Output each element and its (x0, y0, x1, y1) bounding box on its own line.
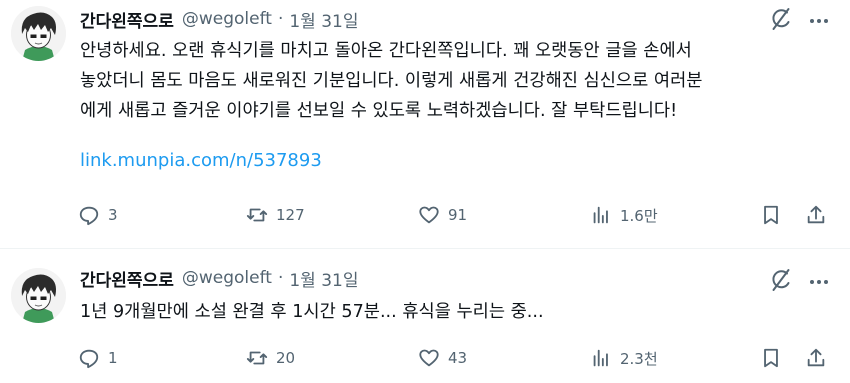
reply-count: 3 (108, 206, 118, 224)
retweet-icon (246, 351, 268, 365)
like-count: 91 (448, 206, 468, 224)
tweet-text: 1년 9개월만에 소설 완결 후 1시간 57분... 휴식을 누리는 중... (80, 297, 820, 327)
retweet-button[interactable]: 127 (246, 200, 305, 230)
reply-icon (79, 206, 99, 226)
reply-icon (79, 349, 99, 369)
tweet-text-line: 놓았더니 몸도 마음도 새로워진 기분입니다. 이렇게 새롭게 건강해진 심신으… (80, 71, 703, 91)
grok-icon[interactable] (768, 267, 794, 293)
like-button[interactable]: 43 (418, 343, 467, 373)
retweet-count: 127 (276, 206, 305, 224)
avatar[interactable] (11, 268, 66, 323)
views-count: 2.3천 (620, 349, 658, 368)
tweet-header: 간다왼쪽으로 @wegoleft · 1월 31일 (80, 6, 358, 32)
share-icon (807, 205, 825, 224)
tweet-header: 간다왼쪽으로 @wegoleft · 1월 31일 (80, 265, 358, 291)
bookmark-icon (764, 348, 778, 368)
views-count: 1.6만 (620, 206, 658, 225)
author-name[interactable]: 간다왼쪽으로 (80, 266, 174, 291)
separator: · (277, 9, 284, 29)
grok-icon[interactable] (768, 6, 794, 32)
tweet-text-line: 안녕하세요. 오랜 휴식기를 마치고 돌아온 간다왼쪽입니다. 꽤 오랫동안 글… (80, 41, 692, 61)
share-button[interactable] (805, 343, 827, 373)
like-button[interactable]: 91 (418, 200, 467, 230)
tweet-date[interactable]: 1월 31일 (289, 7, 358, 32)
bookmark-button[interactable] (760, 343, 782, 373)
reply-button[interactable]: 1 (78, 343, 118, 373)
heart-icon (419, 206, 439, 224)
retweet-button[interactable]: 20 (246, 343, 295, 373)
more-icon[interactable] (806, 269, 832, 295)
tweet-text-line: 에게 새롭고 즐거운 이야기를 선보일 수 있도록 노력하겠습니다. 잘 부탁드… (80, 101, 678, 121)
separator: · (277, 268, 284, 288)
action-bar: 3 127 91 1.6만 (0, 200, 850, 230)
views-bar-chart-icon (593, 206, 608, 224)
bookmark-button[interactable] (760, 200, 782, 230)
author-name[interactable]: 간다왼쪽으로 (80, 7, 174, 32)
views-button[interactable]: 2.3천 (590, 343, 658, 373)
avatar[interactable] (11, 6, 66, 61)
tweet-link[interactable]: link.munpia.com/n/537893 (80, 150, 322, 171)
reply-count: 1 (108, 349, 118, 367)
retweet-icon (246, 208, 268, 222)
action-bar: 1 20 43 2.3천 (0, 343, 850, 373)
share-icon (807, 348, 825, 367)
like-count: 43 (448, 349, 468, 367)
share-button[interactable] (805, 200, 827, 230)
tweet[interactable]: 간다왼쪽으로 @wegoleft · 1월 31일 안녕하세요. 오랜 휴식기를… (0, 0, 850, 249)
views-button[interactable]: 1.6만 (590, 200, 658, 230)
tweet[interactable]: 간다왼쪽으로 @wegoleft · 1월 31일 1년 9개월만에 소설 완결… (0, 249, 850, 383)
author-handle[interactable]: @wegoleft (182, 9, 272, 29)
author-handle[interactable]: @wegoleft (182, 268, 272, 288)
tweet-text: 안녕하세요. 오랜 휴식기를 마치고 돌아온 간다왼쪽입니다. 꽤 오랫동안 글… (80, 36, 820, 126)
retweet-count: 20 (276, 349, 296, 367)
tweet-text-line: 1년 9개월만에 소설 완결 후 1시간 57분... 휴식을 누리는 중... (80, 302, 544, 322)
reply-button[interactable]: 3 (78, 200, 118, 230)
more-icon[interactable] (806, 8, 832, 34)
bookmark-icon (764, 205, 778, 225)
tweet-date[interactable]: 1월 31일 (289, 266, 358, 291)
views-bar-chart-icon (593, 349, 608, 367)
heart-icon (419, 349, 439, 367)
